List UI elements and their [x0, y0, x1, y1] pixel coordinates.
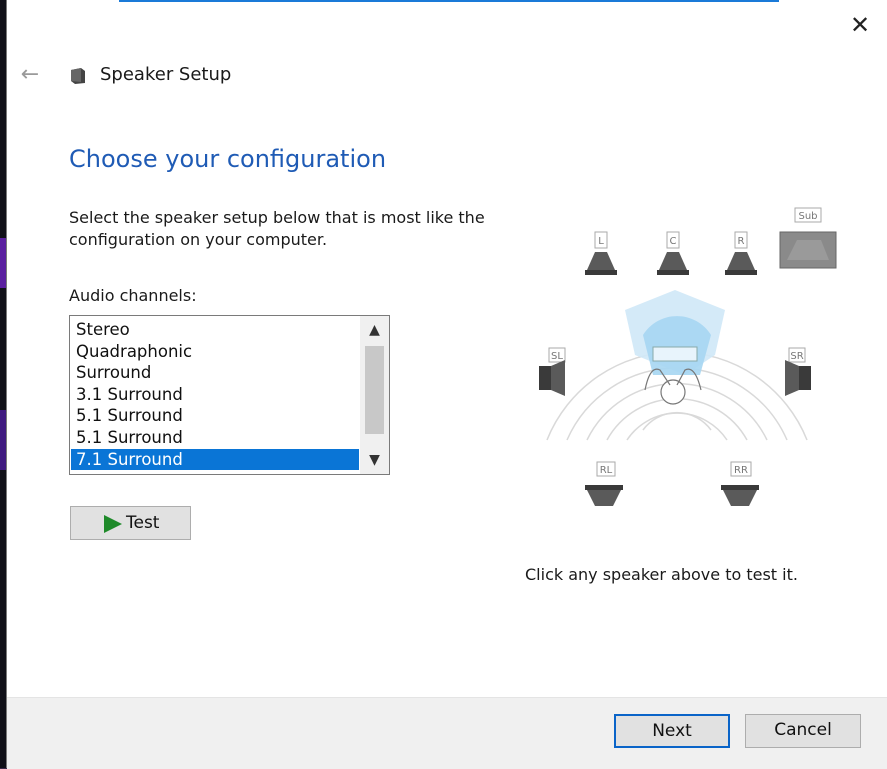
test-hint-text: Click any speaker above to test it. [525, 565, 798, 584]
close-button[interactable]: ✕ [847, 12, 873, 38]
list-item[interactable]: Stereo [71, 319, 359, 341]
cancel-button[interactable]: Cancel [745, 714, 861, 748]
subwoofer-speaker-icon[interactable]: Sub [779, 207, 837, 269]
audio-channels-listbox[interactable]: Stereo Quadraphonic Surround 3.1 Surroun… [69, 315, 390, 475]
listbox-scrollbar[interactable]: ▲ ▼ [360, 316, 389, 474]
audio-channels-items: Stereo Quadraphonic Surround 3.1 Surroun… [71, 319, 359, 471]
rear-right-speaker-icon[interactable]: RR [721, 461, 759, 506]
side-right-speaker-icon[interactable]: SR [785, 347, 811, 396]
list-item[interactable]: 5.1 Surround [71, 405, 359, 427]
center-label: C [670, 236, 677, 247]
front-left-speaker-icon[interactable]: L [585, 231, 617, 275]
window-top-accent [119, 0, 779, 2]
front-right-label: R [738, 236, 745, 247]
list-item[interactable]: Quadraphonic [71, 341, 359, 363]
scroll-down-icon[interactable]: ▼ [360, 446, 389, 474]
center-speaker-icon[interactable]: C [657, 231, 689, 275]
front-right-speaker-icon[interactable]: R [725, 231, 757, 275]
window-title: Speaker Setup [100, 64, 232, 85]
rear-right-label: RR [734, 465, 748, 476]
scroll-up-icon[interactable]: ▲ [360, 316, 389, 344]
side-right-label: SR [790, 351, 803, 362]
speaker-setup-dialog: ✕ ← Speaker Setup Choose your configurat… [6, 0, 887, 769]
play-icon [104, 515, 122, 533]
list-item[interactable]: Surround [71, 362, 359, 384]
page-heading: Choose your configuration [69, 145, 387, 173]
test-button[interactable]: Test [70, 506, 191, 540]
back-arrow-icon[interactable]: ← [17, 62, 43, 88]
page-description: Select the speaker setup below that is m… [69, 208, 485, 249]
audio-channels-label: Audio channels: [69, 286, 197, 305]
rear-left-label: RL [600, 465, 613, 476]
rear-left-speaker-icon[interactable]: RL [585, 461, 623, 506]
scroll-thumb[interactable] [365, 346, 384, 434]
side-left-speaker-icon[interactable]: SL [539, 347, 566, 396]
subwoofer-label: Sub [798, 211, 817, 222]
speaker-diagram: L C R Sub SL SR RL RR [539, 207, 837, 506]
speaker-icon [71, 68, 85, 84]
list-item[interactable]: 5.1 Surround [71, 427, 359, 449]
list-item[interactable]: 3.1 Surround [71, 384, 359, 406]
next-button[interactable]: Next [614, 714, 730, 748]
list-item-selected[interactable]: 7.1 Surround [71, 448, 359, 471]
front-left-label: L [598, 236, 604, 247]
side-left-label: SL [551, 351, 563, 362]
test-button-label: Test [126, 513, 160, 533]
